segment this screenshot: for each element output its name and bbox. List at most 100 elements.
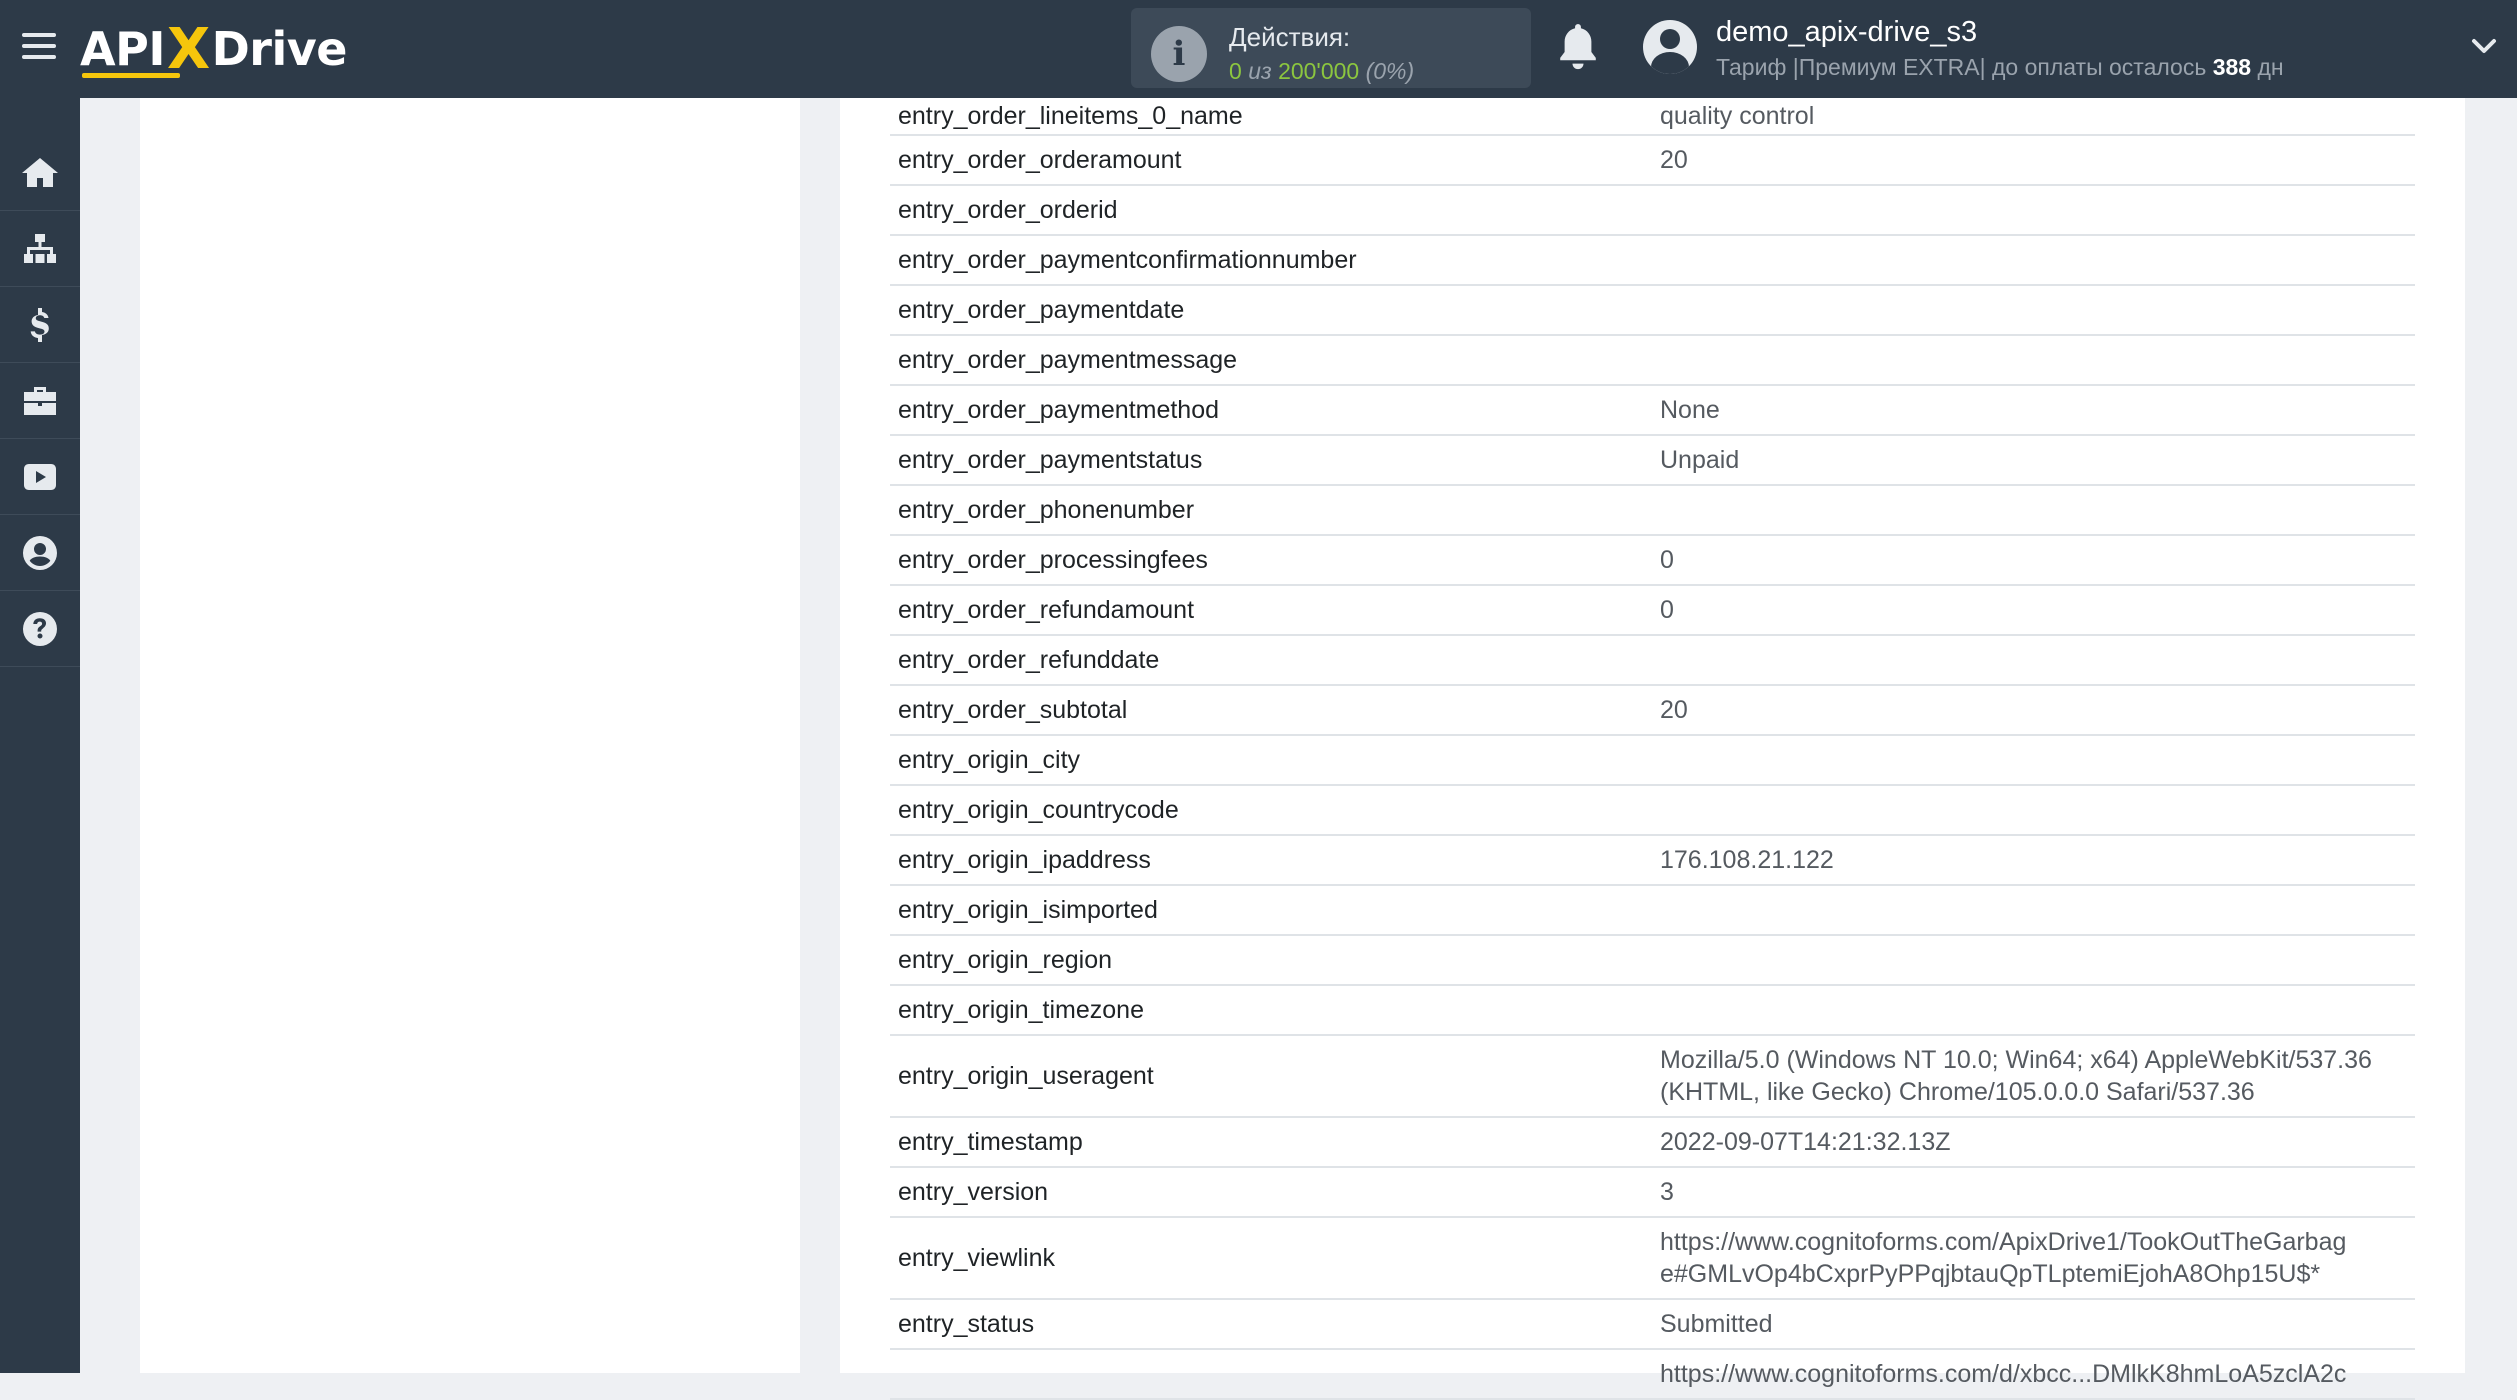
field-key: entry_order_refundamount xyxy=(890,585,1652,636)
tariff-days-unit: дн xyxy=(2257,54,2284,80)
field-value: https://www.cognitoforms.com/d/xbcc...DM… xyxy=(1652,1349,2415,1400)
username[interactable]: demo_apix-drive_s3 xyxy=(1716,16,1977,49)
sidebar-item-home[interactable] xyxy=(0,136,80,211)
field-key: entry_order_paymentmethod xyxy=(890,385,1652,436)
table-row: entry_origin_region xyxy=(890,935,2415,986)
sitemap-icon xyxy=(24,234,56,263)
actions-used: 0 xyxy=(1229,58,1242,84)
sidebar-item-connections[interactable] xyxy=(0,212,80,287)
fields-panel: entry_order_lineitems_0_name quality cont… xyxy=(840,98,2465,1400)
actions-title: Действия: xyxy=(1229,22,1351,52)
logo-underline xyxy=(82,73,180,78)
field-key: entry_origin_region xyxy=(890,935,1652,986)
field-key: entry_order_refunddate xyxy=(890,635,1652,686)
table-row: entry_version 3 xyxy=(890,1167,2415,1218)
logo-x: X xyxy=(166,16,210,82)
field-value: 0 xyxy=(1652,585,2415,636)
field-key: entry_order_lineitems_0_name xyxy=(890,98,1652,136)
field-key: entry_order_orderid xyxy=(890,185,1652,236)
sidebar xyxy=(0,98,80,1373)
field-value-line: https://www.cognitoforms.com/ApixDrive1/… xyxy=(1660,1228,2347,1256)
table-row: entry_order_orderid xyxy=(890,185,2415,236)
table-row: entry_order_orderamount 20 xyxy=(890,135,2415,186)
table-row: entry_order_refundamount 0 xyxy=(890,585,2415,636)
sidebar-item-help[interactable] xyxy=(0,592,80,667)
field-key: entry_order_paymentstatus xyxy=(890,435,1652,486)
table-row: entry_origin_countrycode xyxy=(890,785,2415,836)
field-value: https://www.cognitoforms.com/ApixDrive1/… xyxy=(1652,1217,2415,1300)
field-key: entry_origin_countrycode xyxy=(890,785,1652,836)
field-key: entry_order_subtotal xyxy=(890,685,1652,736)
table-row: entry_order_paymentstatus Unpaid xyxy=(890,435,2415,486)
dollar-icon xyxy=(30,308,49,342)
table-row: entry_order_paymentconfirmationnumber xyxy=(890,235,2415,286)
field-value xyxy=(1652,785,2415,836)
sidebar-item-video[interactable] xyxy=(0,440,80,515)
chevron-down-icon[interactable] xyxy=(2470,36,2498,56)
table-row: entry_origin_city xyxy=(890,735,2415,786)
table-row: entry_order_paymentdate xyxy=(890,285,2415,336)
field-key: entry_status xyxy=(890,1299,1652,1350)
table-row: entry_origin_ipaddress 176.108.21.122 xyxy=(890,835,2415,886)
user-circle-icon xyxy=(22,536,57,570)
field-value xyxy=(1652,635,2415,686)
field-value: Submitted xyxy=(1652,1299,2415,1350)
info-icon: i xyxy=(1151,26,1207,82)
field-value: Mozilla/5.0 (Windows NT 10.0; Win64; x64… xyxy=(1652,1035,2415,1118)
field-key: entry_order_paymentdate xyxy=(890,285,1652,336)
field-key: entry_origin_useragent xyxy=(890,1035,1652,1118)
table-row: entry_order_refunddate xyxy=(890,635,2415,686)
table-row: entry_status Submitted xyxy=(890,1299,2415,1350)
field-value xyxy=(1652,285,2415,336)
fields-table: entry_order_lineitems_0_name quality cont… xyxy=(890,98,2415,1400)
field-value: Unpaid xyxy=(1652,435,2415,486)
field-value: 20 xyxy=(1652,685,2415,736)
field-value xyxy=(1652,335,2415,386)
field-key: entry_origin_timezone xyxy=(890,985,1652,1036)
actions-of-label: из xyxy=(1248,58,1272,84)
field-key: entry_order_paymentconfirmationnumber xyxy=(890,235,1652,286)
table-row: entry_order_paymentmethod None xyxy=(890,385,2415,436)
top-bar: API X Drive i Действия: 0 из 200'000 (0%) … xyxy=(0,0,2517,98)
sidebar-item-account[interactable] xyxy=(0,516,80,591)
table-row: entry_timestamp 2022-09-07T14:21:32.13Z xyxy=(890,1117,2415,1168)
table-row: entry_order_subtotal 20 xyxy=(890,685,2415,736)
field-key: entry_version xyxy=(890,1167,1652,1218)
logo-text-left: API xyxy=(80,22,165,76)
home-icon xyxy=(22,158,58,187)
actions-count: 0 из 200'000 (0%) xyxy=(1229,58,1414,85)
question-icon xyxy=(22,612,57,646)
field-value xyxy=(1652,735,2415,786)
youtube-icon xyxy=(24,464,56,490)
field-key: entry_origin_isimported xyxy=(890,885,1652,936)
table-row: entry_origin_isimported xyxy=(890,885,2415,936)
field-value xyxy=(1652,185,2415,236)
field-value: None xyxy=(1652,385,2415,436)
sidebar-item-billing[interactable] xyxy=(0,288,80,363)
bell-icon[interactable] xyxy=(1556,24,1600,72)
tariff-days: 388 xyxy=(2212,54,2252,80)
actions-limit: 200'000 xyxy=(1278,58,1360,84)
table-row: https://www.cognitoforms.com/d/xbcc...DM… xyxy=(890,1349,2415,1400)
field-value: 2022-09-07T14:21:32.13Z xyxy=(1652,1117,2415,1168)
field-key: entry_viewlink xyxy=(890,1217,1652,1300)
tariff-info: Тариф |Премиум EXTRA| до оплаты осталось… xyxy=(1716,54,2284,81)
table-row: entry_origin_useragent Mozilla/5.0 (Windo… xyxy=(890,1035,2415,1118)
field-key: entry_order_processingfees xyxy=(890,535,1652,586)
apixdrive-logo[interactable]: API X Drive xyxy=(80,14,347,84)
field-key: entry_order_phonenumber xyxy=(890,485,1652,536)
field-value-line: Mozilla/5.0 (Windows NT 10.0; Win64; x64… xyxy=(1660,1046,2372,1074)
field-value: 0 xyxy=(1652,535,2415,586)
user-avatar-icon[interactable] xyxy=(1643,20,1697,74)
sidebar-item-services[interactable] xyxy=(0,364,80,439)
actions-percent: (0%) xyxy=(1365,58,1415,84)
field-value-line: (KHTML, like Gecko) Chrome/105.0.0.0 Saf… xyxy=(1660,1078,2255,1106)
field-value: quality control xyxy=(1652,98,2415,136)
logo-text-right: Drive xyxy=(211,22,348,76)
field-value xyxy=(1652,935,2415,986)
field-key xyxy=(890,1349,1652,1400)
menu-icon[interactable] xyxy=(22,33,56,63)
table-row: entry_order_phonenumber xyxy=(890,485,2415,536)
field-value xyxy=(1652,885,2415,936)
actions-counter[interactable]: i Действия: 0 из 200'000 (0%) xyxy=(1131,8,1531,88)
